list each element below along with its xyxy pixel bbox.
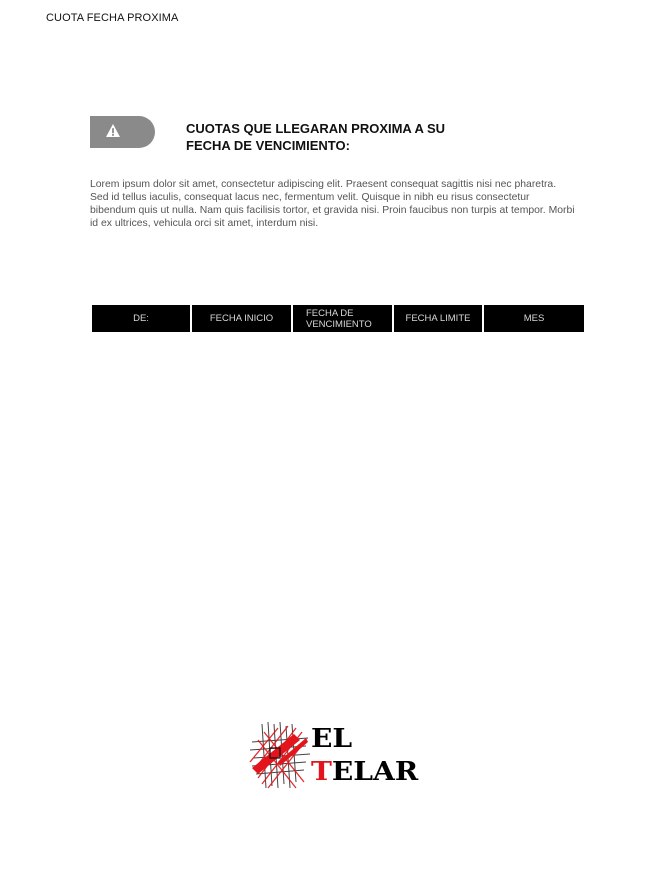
column-header-mes[interactable]: MES [484, 305, 584, 332]
column-header-fecha-limite[interactable]: FECHA LIMITE [394, 305, 482, 332]
alert-heading: CUOTAS QUE LLEGARAN PROXIMA A SU FECHA D… [186, 120, 486, 154]
logo-letters-elar: ELAR [331, 757, 419, 787]
frame-title: CUOTA FECHA PROXIMA [46, 12, 179, 24]
logo-word-telar: TELAR [311, 759, 418, 785]
column-header-fecha-vencimiento-label: FECHA DE VENCIMIENTO [306, 307, 372, 330]
column-header-fecha-vencimiento[interactable]: FECHA DE VENCIMIENTO [293, 305, 392, 332]
warning-icon [106, 124, 120, 137]
column-header-de[interactable]: DE: [92, 305, 190, 332]
logo-letter-t: T [311, 757, 332, 787]
woven-mark-icon [249, 721, 311, 789]
alert-description: Lorem ipsum dolor sit amet, consectetur … [90, 179, 575, 229]
table-header-row: DE: FECHA INICIO FECHA DE VENCIMIENTO FE… [92, 305, 584, 332]
alert-badge [90, 116, 155, 148]
alert-heading-line2: FECHA DE VENCIMIENTO: [186, 138, 350, 153]
logo-word-el: EL [311, 724, 353, 754]
alert-heading-line1: CUOTAS QUE LLEGARAN PROXIMA A SU [186, 121, 446, 136]
column-header-fecha-inicio[interactable]: FECHA INICIO [192, 305, 291, 332]
el-telar-logo: EL TELAR [248, 718, 420, 794]
